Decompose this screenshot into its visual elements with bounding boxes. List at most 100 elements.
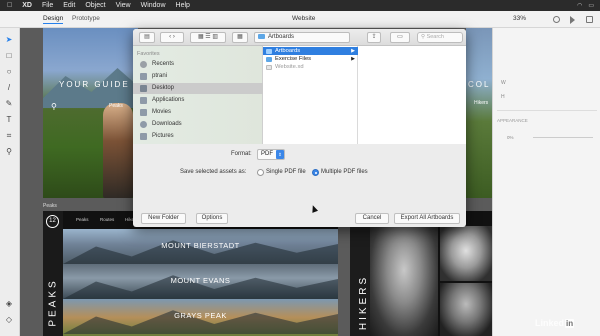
zoom-tool-icon[interactable]: ⚲ xyxy=(5,148,13,156)
finder-sidebar: Favorites Recents ptrani Desktop Applica… xyxy=(133,46,263,144)
hikers-sidebar: HIKERS xyxy=(350,211,370,336)
peak-band: MOUNT EVANS xyxy=(63,264,338,299)
peak-name: MOUNT BIERSTADT xyxy=(161,241,240,250)
artboard-hero-right[interactable]: COL xyxy=(466,28,492,198)
search-field[interactable]: ⚲ Search xyxy=(417,32,463,43)
app-name[interactable]: XD xyxy=(22,2,32,9)
sidebar-item-pictures[interactable]: Pictures xyxy=(133,131,263,142)
view-mode-icon[interactable]: ▦ ☰ ▥ xyxy=(190,32,226,43)
peaks-logo: 12 xyxy=(46,215,59,228)
document-title: Website xyxy=(292,15,316,22)
tab-design[interactable]: Design xyxy=(43,15,64,24)
line-tool-icon[interactable]: / xyxy=(5,84,13,92)
file-row-artboards[interactable]: Artboards ▶ xyxy=(263,47,358,55)
menu-help[interactable]: Help xyxy=(176,2,190,9)
tool-panel: ➤ □ ○ / ✎ T ⌗ ⚲ ◈ ◇ xyxy=(0,28,20,336)
chevron-updown-icon: ⇕ xyxy=(276,150,284,159)
play-icon[interactable] xyxy=(570,16,575,24)
peak-name: GRAYS PEAK xyxy=(174,311,227,320)
zoom-level[interactable]: 33% xyxy=(513,15,526,22)
share-icon[interactable]: ⇪ xyxy=(367,32,381,43)
menu-object[interactable]: Object xyxy=(85,2,105,9)
movies-icon xyxy=(140,109,147,116)
sidebar-item-desktop[interactable]: Desktop xyxy=(133,83,263,94)
tab-prototype[interactable]: Prototype xyxy=(72,15,100,22)
cancel-button[interactable]: Cancel xyxy=(355,213,389,224)
format-select[interactable]: PDF ⇕ xyxy=(257,149,285,160)
radio-single-pdf[interactable] xyxy=(257,169,264,176)
desktop-icon xyxy=(140,85,147,92)
home-icon xyxy=(140,73,147,80)
apple-icon[interactable]:  xyxy=(7,2,12,9)
artboard-hikers[interactable]: HIKERS xyxy=(350,211,492,336)
sidebar-item-recents[interactable]: Recents xyxy=(133,59,263,70)
hiker-portrait xyxy=(440,283,492,336)
pen-tool-icon[interactable]: ✎ xyxy=(5,100,13,108)
back-forward-buttons[interactable]: ‹ › xyxy=(160,32,184,43)
menu-edit[interactable]: Edit xyxy=(63,2,75,9)
artboard-hero[interactable]: YOUR GUIDE ⚲ Peaks xyxy=(43,28,138,198)
screen:  XD File Edit Object View Window Help ◠… xyxy=(0,0,600,336)
rectangle-tool-icon[interactable]: □ xyxy=(5,52,13,60)
dialog-toolbar: ▤ ‹ › ▦ ☰ ▥ ▦ Artboards ⇪ ▭ ⚲ Search xyxy=(133,29,466,46)
hero-peaks-caption: Peaks xyxy=(109,103,123,109)
sidebar-item-ptrani[interactable]: ptrani xyxy=(133,71,263,82)
radio-multiple-pdf-label[interactable]: Multiple PDF files xyxy=(321,169,368,175)
text-tool-icon[interactable]: T xyxy=(5,116,13,124)
new-folder-button[interactable]: New Folder xyxy=(141,213,186,224)
search-icon: ⚲ xyxy=(51,102,57,111)
select-tool-icon[interactable]: ➤ xyxy=(5,36,13,44)
linkedin-watermark: Linked in xyxy=(535,318,575,328)
applications-icon xyxy=(140,97,147,104)
layers-icon[interactable]: ◈ xyxy=(5,300,13,308)
opacity-value[interactable]: 0% xyxy=(507,135,514,140)
format-label: Format: xyxy=(231,151,252,157)
arrange-icon[interactable]: ▦ xyxy=(232,32,248,43)
favorites-heading: Favorites xyxy=(137,51,160,57)
width-label: W xyxy=(501,80,506,86)
height-label: H xyxy=(501,94,505,100)
hiker-portrait xyxy=(370,226,438,336)
menu-view[interactable]: View xyxy=(116,2,131,9)
sidebar-item-applications[interactable]: Applications xyxy=(133,95,263,106)
options-button[interactable]: Options xyxy=(196,213,228,224)
chevron-right-icon: ▶ xyxy=(351,48,355,54)
peaks-nav-item: Routes xyxy=(100,217,115,222)
assets-icon[interactable]: ◇ xyxy=(5,316,13,324)
appearance-heading: APPEARANCE xyxy=(497,118,528,123)
ellipse-tool-icon[interactable]: ○ xyxy=(5,68,13,76)
property-inspector: W H APPEARANCE 0% xyxy=(492,28,600,336)
menu-window[interactable]: Window xyxy=(141,2,166,9)
file-row-exercise-files[interactable]: Exercise Files ▶ xyxy=(263,55,358,63)
folder-icon xyxy=(266,48,272,54)
sidebar-item-downloads[interactable]: Downloads xyxy=(133,119,263,130)
tag-icon[interactable]: ▭ xyxy=(390,32,410,43)
pictures-icon xyxy=(140,133,147,140)
share-icon[interactable] xyxy=(553,16,560,23)
location-select[interactable]: Artboards xyxy=(254,32,350,43)
menubar-status: ◠ ▭ xyxy=(577,2,600,9)
xd-top-bar: Design Prototype Website 33% xyxy=(0,11,600,28)
file-row-website-xd[interactable]: Website.xd xyxy=(263,63,358,71)
radio-multiple-pdf[interactable] xyxy=(312,169,319,176)
device-preview-icon[interactable] xyxy=(586,16,593,23)
hikers-vertical-title: HIKERS xyxy=(358,274,370,331)
sidebar-toggle-icon[interactable]: ▤ xyxy=(139,32,155,43)
radio-single-pdf-label[interactable]: Single PDF file xyxy=(266,169,306,175)
battery-icon[interactable]: ▭ xyxy=(588,2,594,9)
hero-hikers-caption: Hikers xyxy=(474,100,489,106)
hero-headline: YOUR GUIDE xyxy=(59,80,130,89)
menu-file[interactable]: File xyxy=(42,2,53,9)
wifi-icon[interactable]: ◠ xyxy=(577,2,582,9)
peak-band: GRAYS PEAK xyxy=(63,299,338,336)
export-all-artboards-button[interactable]: Export All Artboards xyxy=(394,213,460,224)
artboard-tool-icon[interactable]: ⌗ xyxy=(5,132,13,140)
peak-name: MOUNT EVANS xyxy=(170,276,231,285)
artboard-peaks[interactable]: 12 PEAKS Peaks Routes Hikers Gear Blog M… xyxy=(43,211,338,336)
opacity-slider[interactable] xyxy=(533,137,593,138)
hero-hiker-image xyxy=(103,103,133,198)
artboard-label-peaks[interactable]: Peaks xyxy=(43,203,57,209)
peaks-sidebar: 12 PEAKS xyxy=(43,211,63,336)
peaks-nav-item: Peaks xyxy=(76,217,89,222)
sidebar-item-movies[interactable]: Movies xyxy=(133,107,263,118)
